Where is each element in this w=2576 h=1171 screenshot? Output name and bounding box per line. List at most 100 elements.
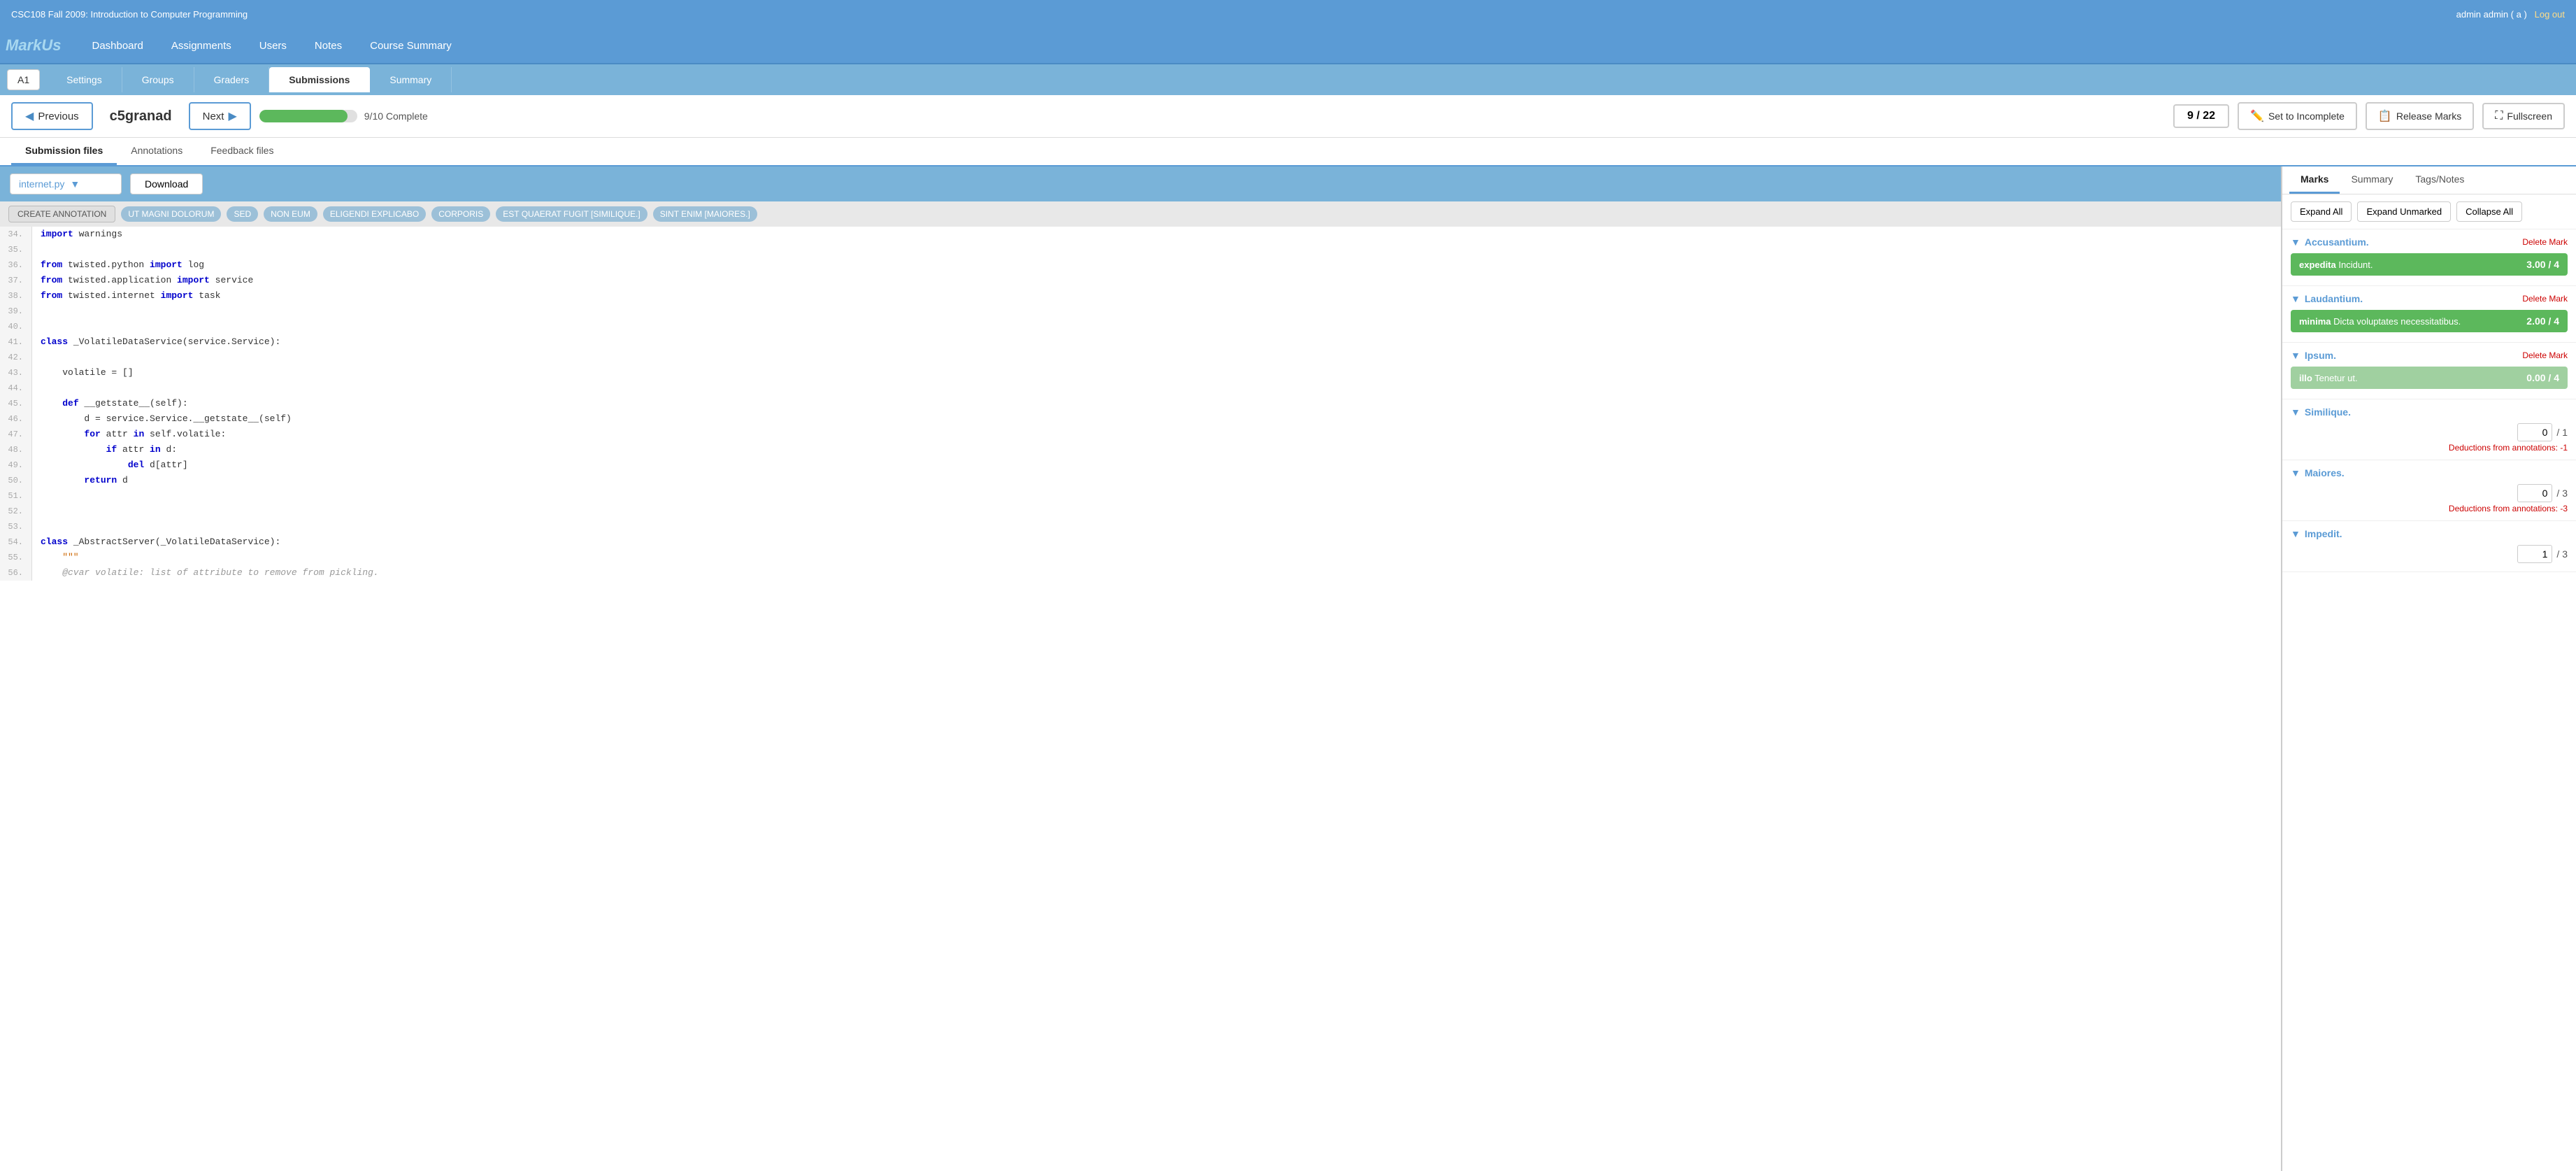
mark-section-title-5[interactable]: ▼ Impedit. — [2291, 528, 2342, 539]
subnav-graders[interactable]: Graders — [194, 67, 270, 92]
nav-notes[interactable]: Notes — [301, 36, 356, 56]
create-annotation-button[interactable]: CREATE ANNOTATION — [8, 206, 115, 222]
release-marks-button[interactable]: 📋 Release Marks — [2366, 102, 2474, 130]
set-incomplete-button[interactable]: ✏️ Set to Incomplete — [2238, 102, 2357, 130]
user-info: admin admin ( a ) Log out — [2456, 9, 2565, 20]
line-number: 50. — [0, 473, 32, 488]
line-number: 41. — [0, 334, 32, 350]
mark-input-3[interactable] — [2517, 423, 2552, 441]
file-toolbar: internet.py ▼ Download — [0, 166, 2281, 201]
code-line: 53. — [0, 519, 2281, 534]
annotation-tag-4[interactable]: CORPORIS — [431, 206, 490, 222]
nav-bar: MarkUs Dashboard Assignments Users Notes… — [0, 28, 2576, 64]
mark-section-header-2: ▼ Ipsum. Delete Mark — [2291, 350, 2568, 361]
line-number: 54. — [0, 534, 32, 550]
download-button[interactable]: Download — [130, 173, 203, 194]
tab-submission-files[interactable]: Submission files — [11, 138, 117, 165]
page-counter: 9 / 22 — [2173, 104, 2229, 128]
mark-item-score-2-0: 0.00 / 4 — [2526, 372, 2559, 383]
mark-section-title-2[interactable]: ▼ Ipsum. — [2291, 350, 2336, 361]
subnav-settings[interactable]: Settings — [47, 67, 122, 92]
mark-section-title-1[interactable]: ▼ Laudantium. — [2291, 293, 2363, 304]
subnav-summary[interactable]: Summary — [370, 67, 452, 92]
line-code: class _VolatileDataService(service.Servi… — [32, 334, 289, 350]
subnav-submissions[interactable]: Submissions — [269, 67, 370, 92]
fullscreen-button[interactable]: ⛶ Fullscreen — [2482, 103, 2565, 129]
nav-course-summary[interactable]: Course Summary — [356, 36, 466, 56]
line-code: from twisted.application import service — [32, 273, 262, 288]
expand-all-button[interactable]: Expand All — [2291, 201, 2352, 222]
annotation-tag-0[interactable]: UT MAGNI DOLORUM — [121, 206, 221, 222]
right-tab-tags-notes[interactable]: Tags/Notes — [2404, 166, 2475, 194]
tab-feedback-files[interactable]: Feedback files — [196, 138, 287, 165]
code-area[interactable]: 34.import warnings35. 36.from twisted.py… — [0, 227, 2281, 1171]
mark-section-title-0[interactable]: ▼ Accusantium. — [2291, 236, 2369, 248]
section-title-label-4: Maiores. — [2305, 467, 2345, 478]
delete-mark-1[interactable]: Delete Mark — [2522, 294, 2568, 304]
right-tab-marks[interactable]: Marks — [2289, 166, 2340, 194]
nav-assignments[interactable]: Assignments — [157, 36, 245, 56]
previous-button[interactable]: ◀ Previous — [11, 102, 93, 130]
line-number: 55. — [0, 550, 32, 565]
line-number: 37. — [0, 273, 32, 288]
annotation-tag-1[interactable]: SED — [227, 206, 258, 222]
triangle-icon-2: ▼ — [2291, 350, 2300, 361]
annotation-tag-6[interactable]: SINT ENIM [MAIORES.] — [653, 206, 757, 222]
progress-bar — [259, 110, 357, 122]
annotation-tag-2[interactable]: NON EUM — [264, 206, 317, 222]
triangle-icon-3: ▼ — [2291, 406, 2300, 418]
line-number: 39. — [0, 304, 32, 319]
mark-item-score-0-0: 3.00 / 4 — [2526, 259, 2559, 270]
mark-section-5: ▼ Impedit. / 3 — [2282, 521, 2576, 572]
expand-unmarked-button[interactable]: Expand Unmarked — [2357, 201, 2451, 222]
tab-annotations[interactable]: Annotations — [117, 138, 196, 165]
line-code: if attr in d: — [32, 442, 185, 457]
annotation-tag-5[interactable]: EST QUAERAT FUGIT [SIMILIQUE.] — [496, 206, 647, 222]
delete-mark-0[interactable]: Delete Mark — [2522, 237, 2568, 247]
mark-item-2-0: illo Tenetur ut. 0.00 / 4 — [2291, 367, 2568, 389]
mark-input-4[interactable] — [2517, 484, 2552, 502]
mark-total-3: / 1 — [2556, 427, 2568, 438]
subnav-groups[interactable]: Groups — [122, 67, 194, 92]
course-title: CSC108 Fall 2009: Introduction to Comput… — [11, 9, 248, 20]
line-number: 38. — [0, 288, 32, 304]
code-line: 42. — [0, 350, 2281, 365]
right-tabs: Marks Summary Tags/Notes — [2282, 166, 2576, 194]
mark-item-text-2-0: illo Tenetur ut. — [2299, 373, 2358, 383]
annotation-tag-3[interactable]: ELIGENDI EXPLICABO — [323, 206, 426, 222]
progress-text: 9/10 Complete — [364, 111, 428, 122]
code-line: 54.class _AbstractServer(_VolatileDataSe… — [0, 534, 2281, 550]
triangle-icon-4: ▼ — [2291, 467, 2300, 478]
delete-mark-2[interactable]: Delete Mark — [2522, 350, 2568, 360]
right-tab-summary[interactable]: Summary — [2340, 166, 2404, 194]
mark-input-5[interactable] — [2517, 545, 2552, 563]
toolbar: ◀ Previous c5granad Next ▶ 9/10 Complete… — [0, 95, 2576, 138]
collapse-all-button[interactable]: Collapse All — [2456, 201, 2522, 222]
mark-section-3: ▼ Similique. / 1 Deductions from annotat… — [2282, 399, 2576, 460]
mark-section-header-1: ▼ Laudantium. Delete Mark — [2291, 293, 2568, 304]
line-number: 47. — [0, 427, 32, 442]
next-button[interactable]: Next ▶ — [189, 102, 251, 130]
file-selector[interactable]: internet.py ▼ — [10, 173, 122, 194]
prev-label: Previous — [38, 111, 78, 122]
mark-section-title-4[interactable]: ▼ Maiores. — [2291, 467, 2345, 478]
line-number: 43. — [0, 365, 32, 381]
code-line: 51. — [0, 488, 2281, 504]
logout-link[interactable]: Log out — [2535, 9, 2565, 20]
nav-dashboard[interactable]: Dashboard — [78, 36, 157, 56]
line-number: 34. — [0, 227, 32, 242]
sub-nav: A1 Settings Groups Graders Submissions S… — [0, 64, 2576, 95]
code-line: 40. — [0, 319, 2281, 334]
filename-label: internet.py — [19, 178, 64, 190]
code-line: 41.class _VolatileDataService(service.Se… — [0, 334, 2281, 350]
student-name: c5granad — [110, 108, 172, 125]
line-code — [32, 488, 55, 504]
line-number: 45. — [0, 396, 32, 411]
assignment-label[interactable]: A1 — [7, 69, 40, 90]
annotation-bar: CREATE ANNOTATION UT MAGNI DOLORUM SED N… — [0, 201, 2281, 227]
next-arrow-icon: ▶ — [228, 109, 236, 123]
nav-users[interactable]: Users — [245, 36, 301, 56]
mark-section-title-3[interactable]: ▼ Similique. — [2291, 406, 2351, 418]
code-line: 39. — [0, 304, 2281, 319]
line-code: del d[attr] — [32, 457, 196, 473]
